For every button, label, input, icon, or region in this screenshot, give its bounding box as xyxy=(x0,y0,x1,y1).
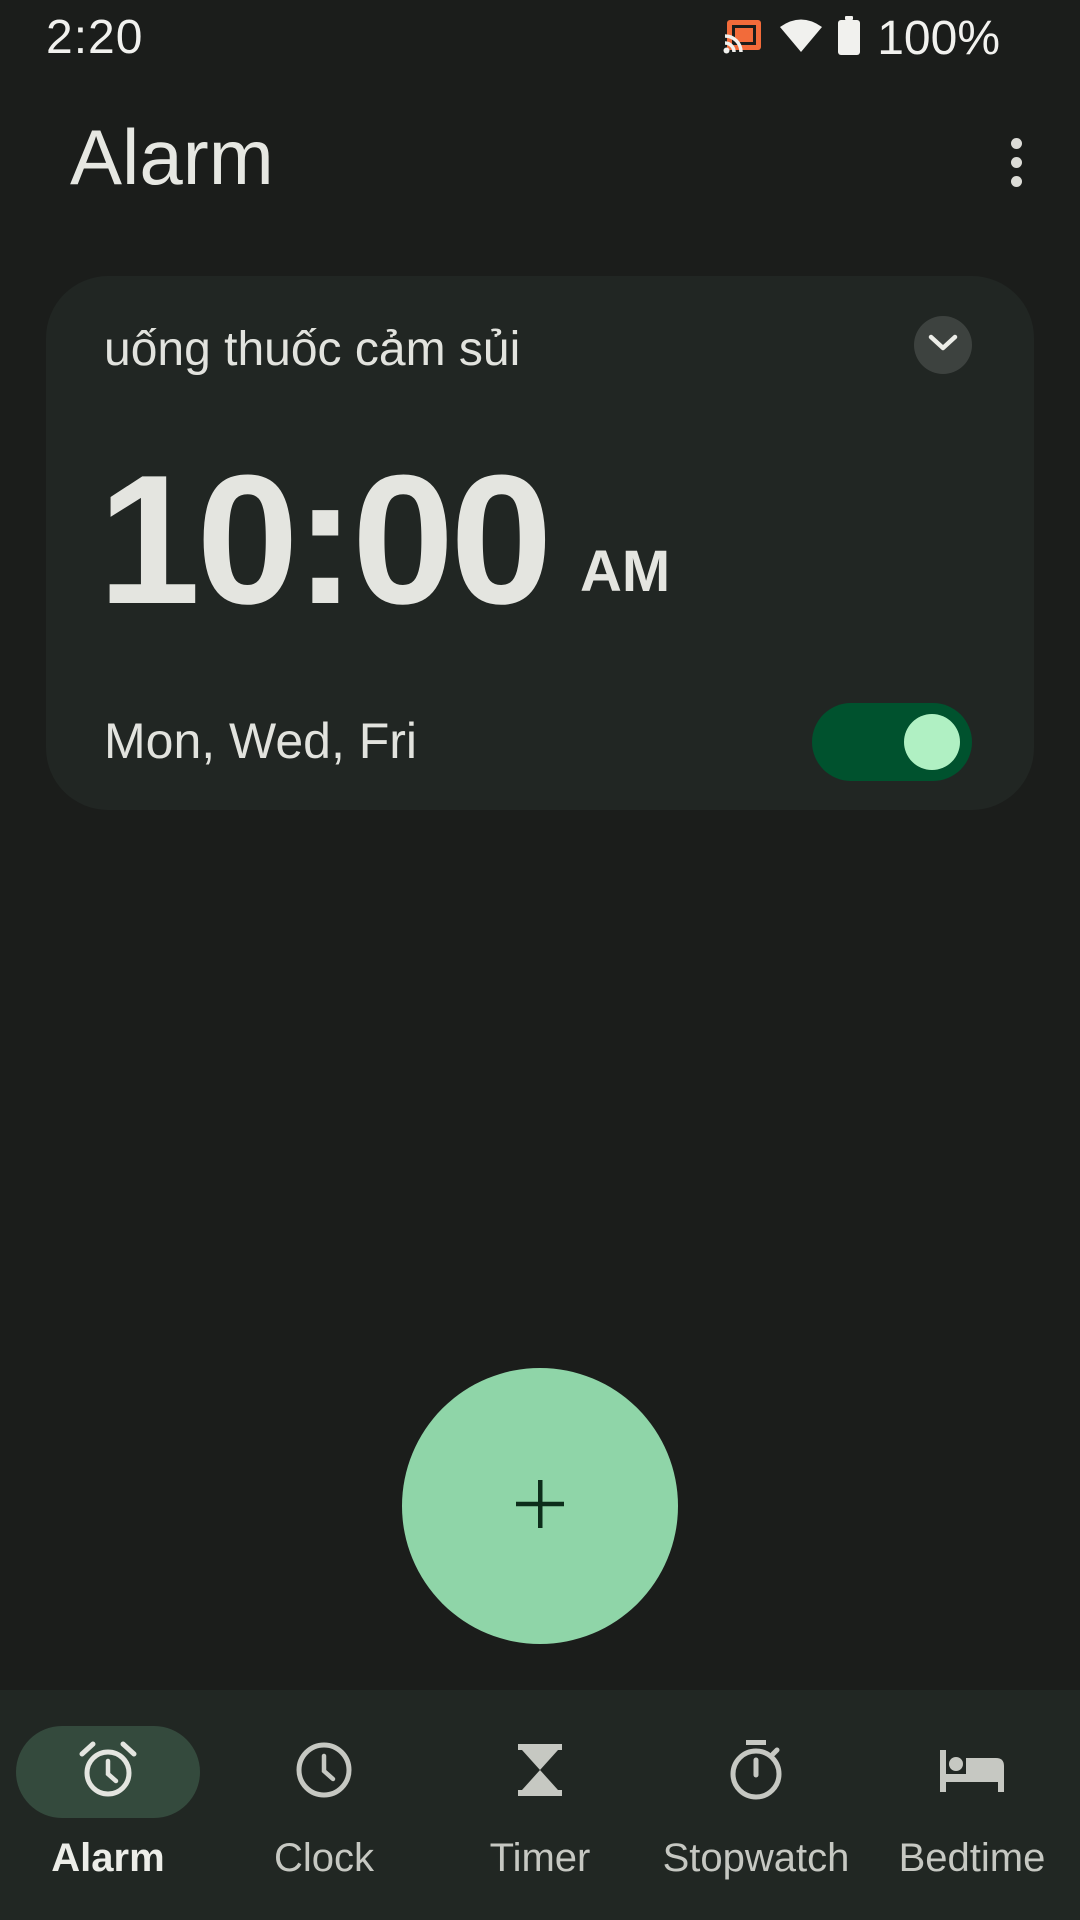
battery-percentage: 100% xyxy=(877,11,1000,65)
toggle-knob xyxy=(904,714,960,770)
alarm-time[interactable]: 10:00 xyxy=(98,444,553,634)
nav-icon-container xyxy=(448,1726,632,1818)
alarm-icon xyxy=(78,1740,138,1805)
alarm-repeat-days: Mon, Wed, Fri xyxy=(104,713,418,769)
more-options-button[interactable] xyxy=(990,132,1042,192)
bed-icon xyxy=(938,1746,1006,1799)
add-alarm-button[interactable] xyxy=(402,1368,678,1644)
nav-label-bedtime: Bedtime xyxy=(898,1836,1046,1880)
nav-label-alarm: Alarm xyxy=(51,1836,165,1880)
bottom-navigation: Alarm Clock Timer Stopwatch Bedtime xyxy=(0,1690,1080,1920)
nav-item-clock[interactable]: Clock xyxy=(216,1690,432,1920)
chevron-down-icon xyxy=(927,333,959,358)
nav-icon-container xyxy=(664,1726,848,1818)
nav-item-stopwatch[interactable]: Stopwatch xyxy=(648,1690,864,1920)
nav-label-clock: Clock xyxy=(273,1836,375,1880)
nav-item-bedtime[interactable]: Bedtime xyxy=(864,1690,1080,1920)
alarm-label[interactable]: uống thuốc cảm sủi xyxy=(104,322,520,377)
expand-alarm-button[interactable] xyxy=(914,316,972,374)
nav-label-timer: Timer xyxy=(489,1836,591,1880)
nav-item-alarm[interactable]: Alarm xyxy=(0,1690,216,1920)
clock-icon xyxy=(294,1740,354,1805)
stopwatch-icon xyxy=(726,1738,786,1807)
nav-icon-container xyxy=(16,1726,200,1818)
alarm-enable-toggle[interactable] xyxy=(812,703,972,781)
alarm-screen: 2:20 100% Alarm uống thuốc cảm sủi 10:00… xyxy=(0,0,1080,1920)
status-bar: 2:20 100% xyxy=(0,0,1080,80)
nav-icon-container xyxy=(880,1726,1064,1818)
page-title: Alarm xyxy=(70,113,274,201)
status-time: 2:20 xyxy=(46,11,144,64)
alarm-card[interactable]: uống thuốc cảm sủi 10:00 AM Mon, Wed, Fr… xyxy=(46,276,1034,810)
nav-label-stopwatch: Stopwatch xyxy=(662,1836,850,1880)
more-vert-icon xyxy=(1010,137,1022,187)
nav-item-timer[interactable]: Timer xyxy=(432,1690,648,1920)
wifi-icon xyxy=(779,18,823,59)
hourglass-icon xyxy=(516,1742,564,1803)
cast-icon xyxy=(723,18,765,59)
alarm-ampm: AM xyxy=(580,539,671,604)
nav-icon-container xyxy=(232,1726,416,1818)
plus-icon xyxy=(514,1478,566,1535)
battery-icon xyxy=(837,15,861,61)
status-icons: 100% xyxy=(723,11,1000,65)
